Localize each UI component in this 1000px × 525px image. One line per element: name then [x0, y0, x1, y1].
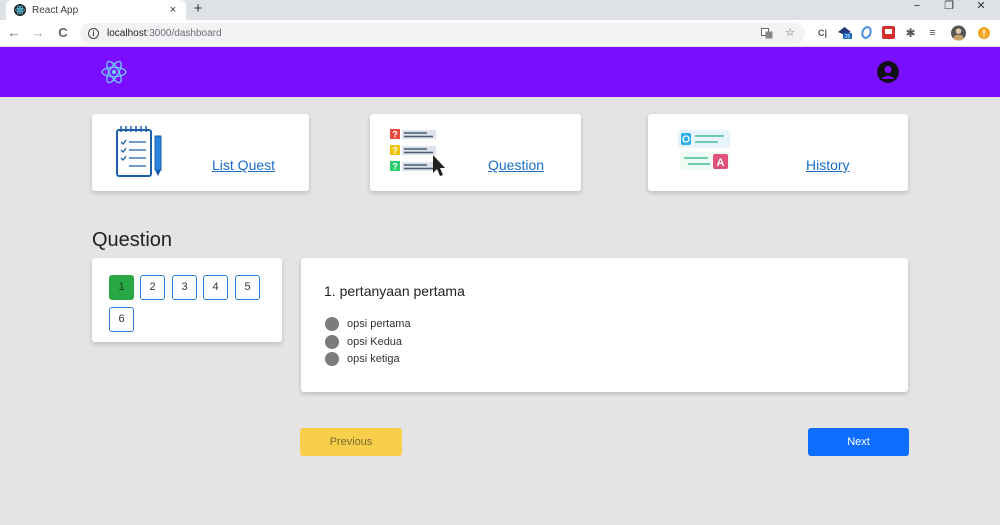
- answer-option[interactable]: opsi pertama: [325, 316, 411, 332]
- checklist-notepad-icon: [116, 126, 162, 177]
- tab-close-icon[interactable]: ×: [166, 4, 180, 16]
- user-avatar-icon[interactable]: [877, 61, 899, 83]
- option-label: opsi Kedua: [347, 336, 403, 348]
- window-minimize-button[interactable]: −: [902, 0, 932, 14]
- site-info-icon[interactable]: i: [88, 28, 99, 39]
- reload-button[interactable]: C: [54, 24, 72, 42]
- card-list-quest[interactable]: List Quest: [92, 114, 309, 191]
- bookmark-star-icon[interactable]: ☆: [783, 26, 797, 39]
- radio-button[interactable]: [325, 335, 339, 349]
- update-alert-icon[interactable]: [976, 25, 991, 40]
- extension-badge-icon[interactable]: 25: [837, 25, 852, 40]
- section-title: Question: [92, 229, 173, 251]
- question-link[interactable]: Question: [488, 157, 544, 173]
- previous-button[interactable]: Previous: [300, 428, 402, 456]
- answer-option[interactable]: opsi Kedua: [325, 334, 402, 350]
- card-history[interactable]: A History: [648, 114, 908, 191]
- question-panel: 1. pertanyaan pertama opsi pertama opsi …: [301, 258, 908, 392]
- window-close-button[interactable]: ✕: [966, 0, 996, 14]
- browser-tabstrip: React App × + − ❐ ✕: [0, 0, 1000, 20]
- question-number-panel: 1 2 3 4 5 6: [92, 258, 282, 342]
- card-question[interactable]: ? ? ? Question: [370, 114, 581, 191]
- url-host: localhost: [107, 28, 147, 39]
- tab-title: React App: [32, 4, 79, 16]
- translate-icon[interactable]: [760, 28, 774, 39]
- extension-ci-icon[interactable]: C|: [815, 25, 830, 40]
- svg-text:A: A: [717, 157, 725, 169]
- reading-list-icon[interactable]: ≡: [925, 25, 940, 40]
- profile-avatar-icon[interactable]: [951, 25, 966, 40]
- window-maximize-button[interactable]: ❐: [934, 0, 964, 14]
- next-button[interactable]: Next: [808, 428, 909, 456]
- react-favicon-icon: [14, 4, 26, 16]
- question-list-cursor-icon: ? ? ?: [390, 129, 445, 176]
- radio-button[interactable]: [325, 352, 339, 366]
- svg-text:?: ?: [392, 130, 398, 140]
- extension-red-icon[interactable]: [881, 25, 896, 40]
- radio-button[interactable]: [325, 317, 339, 331]
- browser-toolbar: ← → C i localhost:3000/dashboard ☆ C| 25…: [0, 20, 1000, 47]
- question-number-4[interactable]: 4: [203, 275, 228, 300]
- question-number-2[interactable]: 2: [140, 275, 165, 300]
- answer-option[interactable]: opsi ketiga: [325, 351, 400, 367]
- option-label: opsi pertama: [347, 318, 411, 330]
- question-number-6[interactable]: 6: [109, 307, 134, 332]
- question-number-1[interactable]: 1: [109, 275, 134, 300]
- browser-tab[interactable]: React App ×: [6, 0, 186, 20]
- address-bar[interactable]: i localhost:3000/dashboard ☆: [80, 23, 805, 44]
- react-logo-icon[interactable]: [100, 58, 128, 86]
- chat-history-icon: A: [678, 130, 730, 170]
- back-button[interactable]: ←: [5, 24, 23, 42]
- app-header: [0, 47, 1000, 97]
- list-quest-link[interactable]: List Quest: [212, 157, 275, 173]
- extension-badge-count: 25: [845, 34, 851, 40]
- new-tab-button[interactable]: +: [190, 0, 206, 18]
- svg-text:?: ?: [392, 146, 398, 156]
- extensions-puzzle-icon[interactable]: ✱: [903, 25, 918, 40]
- option-label: opsi ketiga: [347, 353, 400, 365]
- question-number-3[interactable]: 3: [172, 275, 197, 300]
- question-number-5[interactable]: 5: [235, 275, 260, 300]
- url-path: :3000/dashboard: [146, 28, 222, 39]
- svg-text:?: ?: [392, 162, 398, 172]
- extension-opera-icon[interactable]: [859, 25, 874, 40]
- history-link[interactable]: History: [806, 157, 850, 173]
- forward-button[interactable]: →: [29, 24, 47, 42]
- question-text: 1. pertanyaan pertama: [324, 283, 465, 299]
